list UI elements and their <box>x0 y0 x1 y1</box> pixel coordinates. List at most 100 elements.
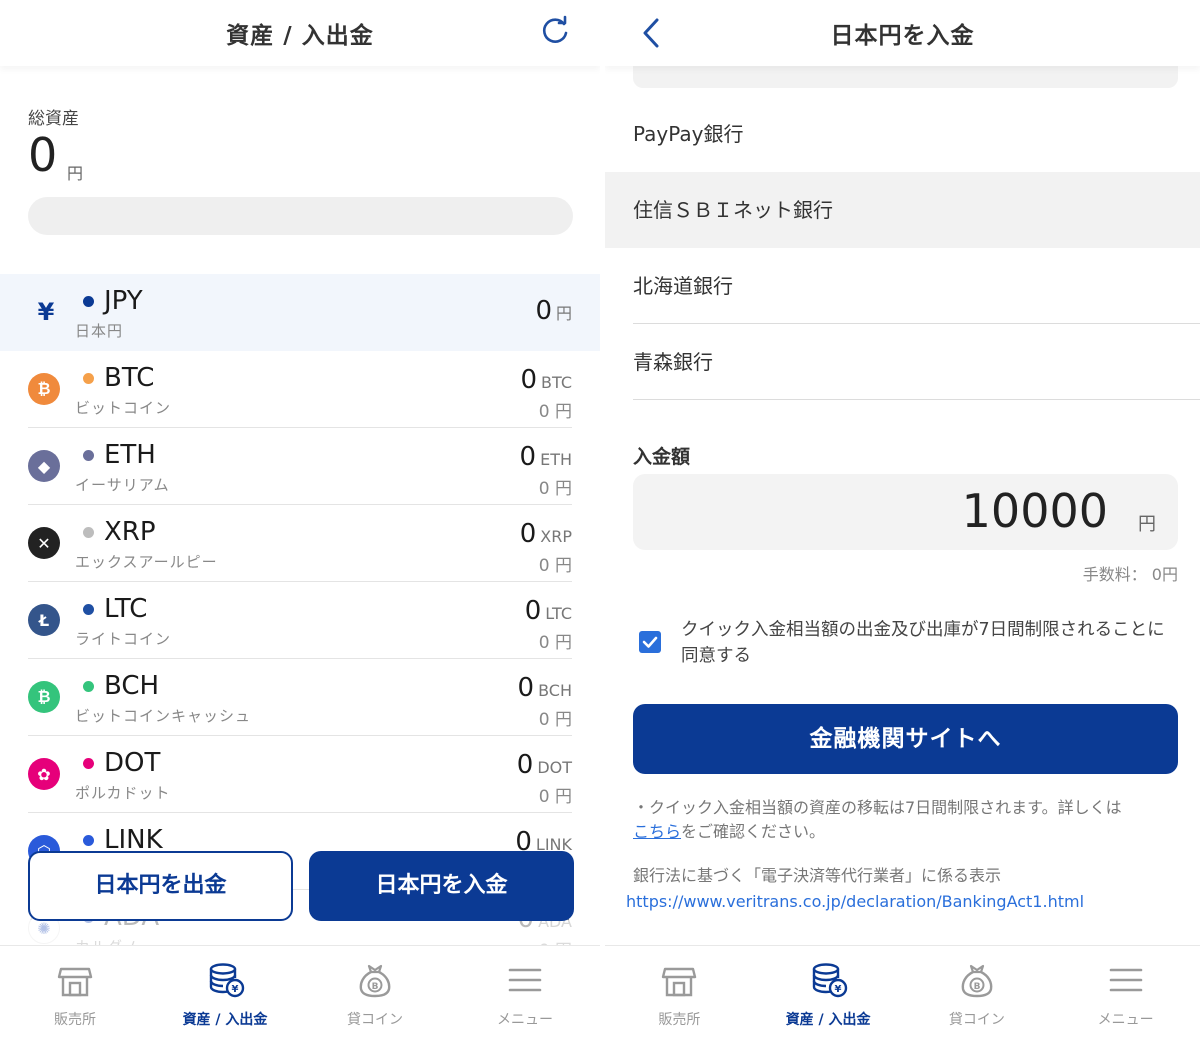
asset-jpy-value: 0 円 <box>538 787 572 807</box>
nav-label: 資産 / 入出金 <box>785 1012 871 1028</box>
deposit-jpy-button[interactable]: 日本円を入金 <box>309 851 574 921</box>
nav-label: 資産 / 入出金 <box>182 1012 268 1028</box>
note-suffix: をご確認ください。 <box>681 822 826 841</box>
nav-label: 貸コイン <box>948 1012 1005 1028</box>
bank-list-top-edge <box>633 66 1178 88</box>
go-to-bank-site-button[interactable]: 金融機関サイトへ <box>633 704 1178 774</box>
asset-amount-unit: ETH <box>540 450 572 469</box>
asset-symbol: DOT <box>104 748 161 778</box>
asset-row-dot[interactable]: ✿ DOT ポルカドット 0 DOT 0 円 <box>0 736 600 813</box>
asset-row-xrp[interactable]: ✕ XRP エックスアールピー 0 XRP 0 円 <box>0 505 600 582</box>
bottom-nav: 販売所 ¥ 資産 / 入出金 B 貸コイン メニュー <box>605 945 1200 1043</box>
assets-screen: 資産 / 入出金 総資産 0 円 ¥ JPY 日本円 0 円 ₿ BTC ビットコイン 0 BTC… <box>0 0 600 1043</box>
asset-amount-unit: DOT <box>537 758 572 777</box>
nav-label: 販売所 <box>658 1012 701 1028</box>
status-dot <box>83 450 94 461</box>
svg-text:B: B <box>973 982 980 992</box>
nav-item-shop[interactable]: 販売所 <box>0 946 150 1043</box>
nav-item-coin-bag[interactable]: B 貸コイン <box>903 946 1052 1043</box>
banking-act-link[interactable]: https://www.veritrans.co.jp/declaration/… <box>626 892 1084 911</box>
status-dot <box>83 604 94 615</box>
bank-option-hokkaido[interactable]: 北海道銀行 <box>633 248 1200 324</box>
litecoin-icon: Ł <box>28 604 60 636</box>
ethereum-icon: ◆ <box>28 450 60 482</box>
asset-amount: 0 BCH <box>518 673 572 703</box>
details-link[interactable]: こちら <box>633 822 681 841</box>
asset-row-jpy[interactable]: ¥ JPY 日本円 0 円 <box>0 274 600 351</box>
amount-value: 10000 <box>961 484 1108 538</box>
nav-item-shop[interactable]: 販売所 <box>605 946 754 1043</box>
menu-icon <box>508 968 542 992</box>
shop-icon <box>57 967 93 997</box>
nav-label: 貸コイン <box>347 1012 403 1028</box>
asset-name: エックスアールピー <box>75 553 218 571</box>
asset-amount: 0 DOT <box>517 750 572 780</box>
asset-symbol: BTC <box>104 363 155 393</box>
menu-icon <box>1109 968 1142 992</box>
nav-item-menu[interactable]: メニュー <box>1051 946 1200 1043</box>
asset-row-ltc[interactable]: Ł LTC ライトコイン 0 LTC 0 円 <box>0 582 600 659</box>
amount-unit: 円 <box>1138 514 1156 535</box>
asset-amount-value: 0 <box>516 750 534 780</box>
asset-amount-unit: BTC <box>541 373 572 392</box>
banking-act-notice: 銀行法に基づく「電子決済等代行業者」に係る表示 <box>633 866 1002 885</box>
coin-bag-icon: B <box>961 964 993 998</box>
asset-amount-unit: BCH <box>538 681 572 700</box>
agreement-checkbox[interactable] <box>639 631 661 653</box>
asset-name: ビットコイン <box>75 399 172 417</box>
asset-symbol: JPY <box>104 286 143 316</box>
asset-amount-value: 0 <box>520 365 538 395</box>
page-title: 日本円を入金 <box>830 23 975 49</box>
svg-text:¥: ¥ <box>835 984 842 995</box>
bank-option-label: 北海道銀行 <box>633 274 733 298</box>
asset-allocation-bar <box>28 197 573 235</box>
asset-symbol: LTC <box>104 594 148 624</box>
nav-item-coin-bag[interactable]: B 貸コイン <box>300 946 450 1043</box>
asset-amount: 0 LTC <box>525 596 572 626</box>
bank-option-aomori[interactable]: 青森銀行 <box>633 324 1200 400</box>
bank-option-paypay[interactable]: PayPay銀行 <box>633 96 1200 172</box>
asset-row-eth[interactable]: ◆ ETH イーサリアム 0 ETH 0 円 <box>0 428 600 505</box>
withdraw-jpy-button[interactable]: 日本円を出金 <box>28 851 293 921</box>
asset-jpy-value: 0 円 <box>538 479 572 499</box>
amount-input[interactable]: 10000 円 <box>633 474 1178 550</box>
status-dot <box>83 527 94 538</box>
asset-jpy-value: 0 円 <box>538 556 572 576</box>
asset-amount-value: 0 <box>519 519 537 549</box>
status-dot <box>83 835 94 846</box>
status-dot <box>83 758 94 769</box>
asset-amount: 0円 <box>535 296 572 326</box>
asset-row-btc[interactable]: ₿ BTC ビットコイン 0 BTC 0 円 <box>0 351 600 428</box>
bank-option-label: 住信ＳＢＩネット銀行 <box>633 198 833 222</box>
asset-amount: 0 ETH <box>520 442 572 472</box>
nav-item-menu[interactable]: メニュー <box>450 946 600 1043</box>
asset-amount-value: 0 <box>535 296 552 326</box>
transfer-restriction-note: ・クイック入金相当額の資産の移転は7日間制限されます。詳しくは こちらをご確認く… <box>633 796 1178 844</box>
amount-label: 入金額 <box>633 446 691 468</box>
asset-name: 日本円 <box>75 322 124 340</box>
bitcoin-cash-icon: ₿ <box>28 681 60 713</box>
asset-name: イーサリアム <box>75 476 170 494</box>
asset-amount-unit: LTC <box>545 604 572 623</box>
nav-label: 販売所 <box>54 1012 96 1028</box>
nav-item-coins-stack[interactable]: ¥ 資産 / 入出金 <box>754 946 903 1043</box>
fee-text: 手数料： 0円 <box>1082 565 1178 584</box>
bank-option-label: 青森銀行 <box>633 350 713 374</box>
nav-label: メニュー <box>1097 1012 1154 1028</box>
asset-amount: 0 XRP <box>520 519 572 549</box>
asset-amount-value: 0 <box>524 596 542 626</box>
svg-text:¥: ¥ <box>232 984 239 995</box>
deposit-header: 日本円を入金 <box>605 0 1200 66</box>
refresh-icon[interactable] <box>538 14 572 48</box>
asset-symbol: BCH <box>104 671 160 701</box>
nav-item-coins-stack[interactable]: ¥ 資産 / 入出金 <box>150 946 300 1043</box>
svg-text:B: B <box>372 982 379 992</box>
bank-option-sbi[interactable]: 住信ＳＢＩネット銀行 <box>605 172 1200 248</box>
asset-amount: 0 BTC <box>520 365 572 395</box>
deposit-screen: 日本円を入金 PayPay銀行 住信ＳＢＩネット銀行 北海道銀行 青森銀行 入金… <box>605 0 1200 1043</box>
asset-row-bch[interactable]: ₿ BCH ビットコインキャッシュ 0 BCH 0 円 <box>0 659 600 736</box>
polkadot-icon: ✿ <box>28 758 60 790</box>
status-dot <box>83 373 94 384</box>
list-fade <box>0 920 600 946</box>
assets-header: 資産 / 入出金 <box>0 0 600 66</box>
